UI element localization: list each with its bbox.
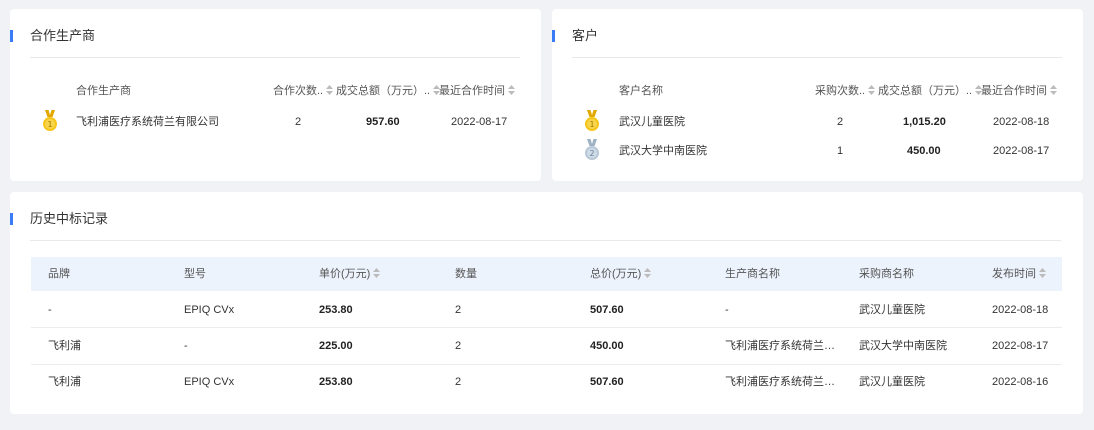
total-price-cell: 507.60 bbox=[590, 304, 624, 316]
buyer-cell[interactable]: 武汉儿童医院 bbox=[859, 303, 925, 317]
quantity-cell: 2 bbox=[455, 340, 462, 352]
customers-card: 客户 客户名称 采购次数.. 成交总额（万元）.. 最近合作时间 1 武汉儿童医… bbox=[552, 9, 1083, 181]
col-manufacturer-name: 生产商名称 bbox=[725, 268, 780, 280]
col-quantity: 数量 bbox=[455, 268, 477, 280]
coop-count: 2 bbox=[295, 116, 302, 128]
col-publish-date[interactable]: 发布时间 bbox=[992, 267, 1046, 281]
col-total-amount[interactable]: 成交总额（万元）.. bbox=[336, 84, 441, 98]
buyer-cell[interactable]: 武汉儿童医院 bbox=[859, 375, 925, 389]
total-amount: 957.60 bbox=[366, 116, 400, 128]
manufacturers-card: 合作生产商 合作生产商 合作次数.. 成交总额（万元）.. 最近合作时间 1 飞… bbox=[10, 9, 541, 181]
unit-price-cell: 253.80 bbox=[319, 304, 353, 316]
total-amount: 450.00 bbox=[907, 145, 941, 157]
divider bbox=[572, 57, 1062, 58]
customers-title: 客户 bbox=[572, 28, 599, 43]
manufacturer-cell[interactable]: 飞利浦医疗系统荷兰有限... bbox=[725, 375, 843, 389]
col-total-amount[interactable]: 成交总额（万元）.. bbox=[878, 84, 983, 98]
date-cell: 2022-08-17 bbox=[992, 340, 1049, 352]
col-buyer-name: 采购商名称 bbox=[859, 268, 914, 280]
customer-name[interactable]: 武汉大学中南医院 bbox=[619, 144, 707, 158]
brand-cell: 飞利浦 bbox=[48, 376, 81, 388]
purchase-count: 2 bbox=[837, 116, 844, 128]
divider bbox=[30, 57, 520, 58]
buyer-cell[interactable]: 武汉大学中南医院 bbox=[859, 339, 947, 353]
col-latest-date[interactable]: 最近合作时间 bbox=[439, 84, 515, 98]
col-customer-name: 客户名称 bbox=[619, 85, 663, 97]
total-amount: 1,015.20 bbox=[903, 116, 946, 128]
quantity-cell: 2 bbox=[455, 304, 462, 316]
col-latest-date[interactable]: 最近合作时间 bbox=[981, 84, 1057, 98]
model-cell: EPIQ CVx bbox=[184, 376, 235, 388]
brand-cell: - bbox=[48, 304, 52, 316]
divider bbox=[30, 240, 1061, 241]
section-marker bbox=[10, 213, 13, 225]
gold-medal-icon: 1 bbox=[585, 110, 599, 131]
latest-date: 2022-08-18 bbox=[993, 116, 1050, 128]
sort-icon[interactable] bbox=[1050, 85, 1057, 96]
sort-icon[interactable] bbox=[508, 85, 515, 96]
manufacturer-cell[interactable]: 飞利浦医疗系统荷兰有限... bbox=[725, 339, 843, 353]
total-price-cell: 507.60 bbox=[590, 376, 624, 388]
latest-date: 2022-08-17 bbox=[993, 145, 1050, 157]
sort-icon[interactable] bbox=[868, 85, 876, 96]
col-unit-price[interactable]: 单价(万元) bbox=[319, 267, 381, 281]
sort-icon[interactable] bbox=[373, 268, 381, 279]
medal-rank: 2 bbox=[589, 149, 594, 158]
row-divider bbox=[31, 327, 1062, 328]
manufacturer-cell[interactable]: - bbox=[725, 303, 729, 317]
customer-name[interactable]: 武汉儿童医院 bbox=[619, 115, 685, 129]
medal-rank: 1 bbox=[589, 120, 594, 129]
col-total-price[interactable]: 总价(万元) bbox=[590, 267, 652, 281]
col-coop-count[interactable]: 合作次数.. bbox=[273, 84, 334, 98]
manufacturer-name[interactable]: 飞利浦医疗系统荷兰有限公司 bbox=[76, 115, 219, 129]
section-marker bbox=[552, 30, 555, 42]
sort-icon[interactable] bbox=[326, 85, 334, 96]
latest-date: 2022-08-17 bbox=[451, 116, 508, 128]
quantity-cell: 2 bbox=[455, 376, 462, 388]
sort-icon[interactable] bbox=[644, 268, 652, 279]
silver-medal-icon: 2 bbox=[585, 139, 599, 160]
sort-icon[interactable] bbox=[1039, 268, 1046, 279]
gold-medal-icon: 1 bbox=[43, 110, 57, 131]
col-model: 型号 bbox=[184, 268, 206, 280]
model-cell: EPIQ CVx bbox=[184, 304, 235, 316]
date-cell: 2022-08-18 bbox=[992, 304, 1049, 316]
col-purchase-count[interactable]: 采购次数.. bbox=[815, 84, 876, 98]
manufacturers-title: 合作生产商 bbox=[30, 28, 96, 43]
unit-price-cell: 225.00 bbox=[319, 340, 353, 352]
unit-price-cell: 253.80 bbox=[319, 376, 353, 388]
history-title: 历史中标记录 bbox=[30, 211, 109, 226]
section-marker bbox=[10, 30, 13, 42]
total-price-cell: 450.00 bbox=[590, 340, 624, 352]
medal-rank: 1 bbox=[47, 120, 52, 129]
col-brand: 品牌 bbox=[48, 268, 70, 280]
date-cell: 2022-08-16 bbox=[992, 376, 1049, 388]
purchase-count: 1 bbox=[837, 145, 844, 157]
row-divider bbox=[31, 364, 1062, 365]
model-cell: - bbox=[184, 340, 188, 352]
brand-cell: 飞利浦 bbox=[48, 340, 81, 352]
col-manufacturer: 合作生产商 bbox=[76, 85, 131, 97]
